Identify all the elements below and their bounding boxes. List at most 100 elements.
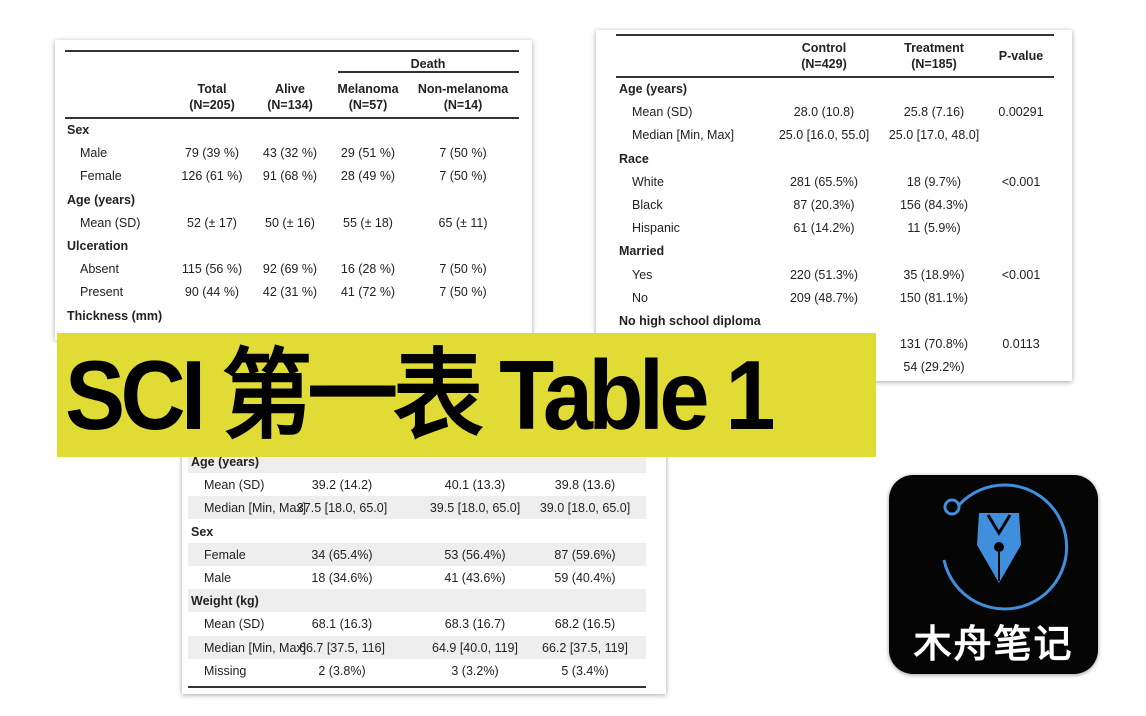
table-cell: 7 (50 %): [439, 169, 487, 184]
table-cell: 209 (48.7%): [789, 290, 859, 305]
table-cell: 87 (59.6%): [554, 547, 616, 562]
table-cell: 29 (51 %): [340, 146, 396, 161]
column-header-n: (N=205): [189, 98, 235, 112]
table-rule: [65, 117, 519, 119]
logo: 木舟笔记: [889, 475, 1098, 674]
table-cell: 66.2 [37.5, 119]: [542, 640, 628, 655]
table-cell: 156 (84.3%): [899, 198, 969, 212]
table-cell: 92 (69 %): [262, 262, 318, 277]
table-cell: 39.2 (14.2): [311, 478, 373, 493]
table-rule: [338, 71, 519, 73]
table-cell: 42 (31 %): [262, 285, 318, 300]
table-cell: 7 (50 %): [439, 285, 487, 300]
row-label: Black: [632, 198, 663, 212]
table-cell: 55 (± 18): [343, 215, 393, 230]
column-header: Non-melanoma: [417, 82, 509, 96]
row-label: Female: [80, 169, 122, 184]
row-group-label: No high school diploma: [619, 314, 761, 328]
row-label: Median [Min, Max]: [632, 128, 735, 143]
column-header-n: (N=14): [443, 98, 483, 112]
table3-card: Age (years) Mean (SD) 39.2 (14.2) 40.1 (13.…: [182, 430, 666, 694]
table-cell: 53 (56.4%): [444, 547, 506, 562]
row-label: Missing: [204, 663, 247, 678]
column-header: P-value: [998, 49, 1044, 63]
row-group-label: Weight (kg): [191, 594, 259, 609]
table-cell: 11 (5.9%): [907, 221, 961, 236]
table2-card: Control (N=429) Treatment (N=185) P-value Age…: [596, 30, 1072, 381]
column-header: Melanoma: [337, 82, 399, 96]
table-cell: 39.5 [18.0, 65.0]: [429, 501, 521, 516]
table-cell: 220 (51.3%): [789, 267, 859, 282]
table-cell: 150 (81.1%): [899, 290, 969, 305]
table-cell: 65 (± 11): [438, 215, 488, 230]
table-cell: 25.0 [16.0, 55.0]: [778, 128, 870, 143]
column-header-n: (N=185): [911, 57, 957, 71]
table-rule: [188, 686, 646, 688]
table-cell: 0.00291: [998, 105, 1044, 120]
column-header: Control: [801, 41, 847, 55]
table-cell: 115 (56 %): [181, 262, 243, 277]
table-cell: 18 (9.7%): [906, 174, 962, 189]
table-cell: 3 (3.2%): [451, 663, 499, 678]
table-cell: 66.7 [37.5, 116]: [299, 640, 385, 655]
table-cell: 90 (44 %): [184, 285, 240, 300]
table-cell: 281 (65.5%): [789, 174, 859, 189]
row-group-label: Age (years): [619, 82, 688, 96]
table-cell: 68.1 (16.3): [311, 617, 373, 632]
table-cell: 25.8 (7.16): [903, 105, 965, 120]
table-cell: 54 (29.2%): [903, 360, 965, 375]
row-label: Yes: [632, 267, 653, 282]
table-cell: 126 (61 %): [181, 169, 243, 184]
table-rule: [616, 34, 1054, 36]
table-cell: <0.001: [1001, 174, 1041, 189]
row-label: Hispanic: [632, 221, 680, 236]
row-label: Male: [204, 571, 232, 585]
table-cell: 7 (50 %): [439, 146, 487, 161]
table-cell: 0.0113: [1002, 337, 1040, 352]
table-cell: 28.0 (10.8): [793, 105, 855, 120]
column-header-n: (N=134): [267, 98, 313, 112]
table-cell: 40.1 (13.3): [444, 478, 506, 493]
table-cell: 50 (± 16): [265, 215, 315, 230]
table-rule: [65, 50, 519, 52]
table-cell: 79 (39 %): [184, 146, 240, 161]
table-cell: 61 (14.2%): [793, 221, 855, 236]
row-label: Median [Min, Max]: [204, 640, 307, 655]
logo-text: 木舟笔记: [913, 624, 1074, 666]
column-header: Total: [197, 82, 227, 96]
table-cell: 64.9 [40.0, 119]: [432, 640, 518, 655]
row-group-label: Married: [619, 244, 665, 259]
table1-card: Death Total (N=205) Alive (N=134) Melanoma (N=…: [55, 40, 532, 340]
row-label: Mean (SD): [80, 215, 141, 230]
title-banner: SCI 第一表 Table 1: [57, 333, 876, 457]
table-cell: 7 (50 %): [439, 262, 487, 277]
row-label: Median [Min, Max]: [204, 501, 307, 516]
table-cell: 39.0 [18.0, 65.0]: [539, 501, 631, 516]
row-label: White: [632, 174, 664, 189]
table-cell: 59 (40.4%): [554, 571, 616, 585]
row-label: Present: [80, 285, 124, 300]
row-group-label: Thickness (mm): [67, 308, 163, 323]
table-cell: 16 (28 %): [340, 262, 396, 277]
row-group-label: Race: [619, 151, 649, 166]
row-group-label: Age (years): [67, 192, 136, 207]
table-cell: 43 (32 %): [262, 146, 318, 161]
table-cell: 5 (3.4%): [561, 663, 609, 678]
table-cell: 91 (68 %): [262, 169, 318, 184]
table-cell: 37.5 [18.0, 65.0]: [296, 501, 388, 516]
column-header: Treatment: [904, 41, 964, 55]
table-cell: 68.2 (16.5): [554, 617, 616, 632]
table-cell: 87 (20.3%): [793, 198, 855, 212]
row-label: Male: [80, 146, 108, 161]
table-cell: 39.8 (13.6): [554, 478, 616, 493]
row-group-label: Sex: [67, 123, 90, 137]
row-label: Absent: [80, 262, 119, 277]
row-label: Female: [204, 547, 246, 562]
table-cell: 35 (18.9%): [903, 267, 965, 282]
row-label: Mean (SD): [204, 617, 265, 632]
table-cell: 28 (49 %): [340, 169, 396, 184]
group-header: Death: [410, 57, 446, 71]
table-cell: 52 (± 17): [187, 215, 237, 230]
table-cell: 25.0 [17.0, 48.0]: [888, 128, 980, 143]
table-cell: 41 (72 %): [340, 285, 396, 300]
